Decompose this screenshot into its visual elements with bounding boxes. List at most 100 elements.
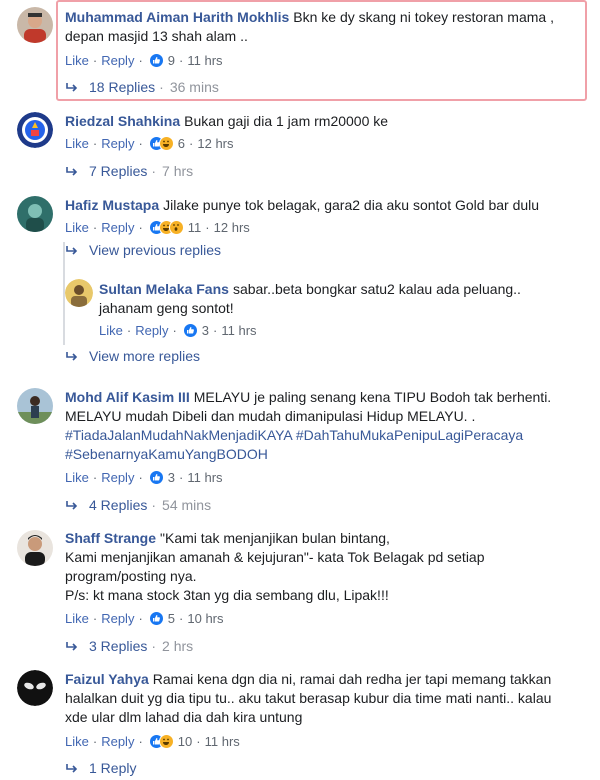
avatar[interactable] <box>17 196 53 232</box>
view-replies-link[interactable]: 1 Reply <box>65 758 136 778</box>
hashtag-link[interactable]: #DahTahuMukaPenipuLagiPeracaya <box>296 427 523 443</box>
comment-actions: Like · Reply · 10 · 11 hrs <box>65 733 240 749</box>
reactions[interactable]: 3 <box>182 322 210 338</box>
like-icon <box>148 52 164 68</box>
commenter-name[interactable]: Faizul Yahya <box>65 671 149 687</box>
commenter-name[interactable]: Muhammad Aiman Harith Mokhlis <box>65 9 289 25</box>
comment-body: Muhammad Aiman Harith Mokhlis Bkn ke dy s… <box>65 8 585 46</box>
reply-body: Sultan Melaka Fans sabar..beta bongkar sa… <box>99 280 585 318</box>
comment-text-line: jahanam geng sontot! <box>99 300 234 316</box>
reply-button[interactable]: Reply <box>101 734 134 749</box>
reply-button[interactable]: Reply <box>101 136 134 151</box>
replies-count[interactable]: 7 Replies <box>89 163 147 179</box>
reaction-count: 3 <box>201 322 210 338</box>
reaction-count: 10 <box>177 733 193 749</box>
comment-text-line: halalkan duit yg dia tipu tu.. aku takut… <box>65 690 552 706</box>
view-previous-replies-label[interactable]: View previous replies <box>89 242 221 258</box>
comment-time[interactable]: 12 hrs <box>197 136 233 151</box>
view-replies-link[interactable]: 7 Replies · 7 hrs <box>65 161 193 181</box>
reply-button[interactable]: Reply <box>135 323 168 338</box>
replies-count[interactable]: 1 Reply <box>89 760 136 776</box>
like-icon <box>148 610 164 626</box>
avatar[interactable] <box>17 7 53 43</box>
like-button[interactable]: Like <box>65 136 89 151</box>
comment-time[interactable]: 10 hrs <box>187 611 223 626</box>
like-icon <box>182 322 198 338</box>
comment-actions: Like · Reply · 9 · 11 hrs <box>65 52 223 68</box>
like-button[interactable]: Like <box>65 220 89 235</box>
replies-time: 2 hrs <box>162 638 194 654</box>
reply-arrow-icon <box>66 83 78 92</box>
view-replies-link[interactable]: 18 Replies · 36 mins <box>65 77 219 97</box>
commenter-name[interactable]: Hafiz Mustapa <box>65 197 159 213</box>
comment-text-line: "Kami tak menjanjikan bulan bintang, <box>160 530 390 546</box>
comment-actions: Like · Reply · 11 · 12 hrs <box>65 219 250 235</box>
replies-time: 7 hrs <box>162 163 194 179</box>
reply-arrow-icon <box>66 501 78 510</box>
reply-button[interactable]: Reply <box>101 53 134 68</box>
comment-time[interactable]: 11 hrs <box>205 734 240 749</box>
comment-text-line: program/posting nya. <box>65 568 197 584</box>
view-more-replies-link[interactable]: View more replies <box>65 346 200 366</box>
like-button[interactable]: Like <box>65 470 89 485</box>
reaction-count: 11 <box>187 219 202 235</box>
view-previous-replies-link[interactable]: View previous replies <box>65 240 221 260</box>
comment-time[interactable]: 11 hrs <box>187 53 222 68</box>
reactions[interactable]: 5 <box>148 610 175 626</box>
like-button[interactable]: Like <box>65 734 89 749</box>
commenter-name[interactable]: Sultan Melaka Fans <box>99 281 229 297</box>
commenter-name[interactable]: Riedzal Shahkina <box>65 113 180 129</box>
like-button[interactable]: Like <box>99 323 123 338</box>
comment-body: Mohd Alif Kasim III MELAYU je paling sena… <box>65 388 590 464</box>
commenter-name[interactable]: Mohd Alif Kasim III <box>65 389 190 405</box>
replies-time: 54 mins <box>162 497 212 513</box>
commenter-name[interactable]: Shaff Strange <box>65 530 156 546</box>
reply-button[interactable]: Reply <box>101 611 134 626</box>
comment-text-line: MELAYU mudah Dibeli dan mudah dimanipula… <box>65 408 476 424</box>
reply-arrow-icon <box>66 764 78 773</box>
reply-arrow-icon <box>66 167 78 176</box>
hashtag-link[interactable]: #SebenarnyaKamuYangBODOH <box>65 446 268 462</box>
reply-arrow-icon <box>66 642 78 651</box>
comment-text-line: xde ular dlm lahad dia dah kira untung <box>65 709 303 725</box>
reactions[interactable]: 6 <box>148 135 185 151</box>
reactions[interactable]: 9 <box>148 52 175 68</box>
reactions[interactable]: 11 <box>148 219 202 235</box>
comment-time[interactable]: 11 hrs <box>187 470 222 485</box>
comment-time[interactable]: 11 hrs <box>221 323 256 338</box>
wow-icon <box>168 219 184 235</box>
reply-arrow-icon <box>66 352 78 361</box>
hashtag-link[interactable]: #TiadaJalanMudahNakMenjadiKAYA <box>65 427 292 443</box>
comment-time[interactable]: 12 hrs <box>214 220 250 235</box>
avatar[interactable] <box>65 279 93 307</box>
like-button[interactable]: Like <box>65 53 89 68</box>
comment-text-line: Bukan gaji dia 1 jam rm20000 ke <box>184 113 389 129</box>
view-more-replies-label[interactable]: View more replies <box>89 348 200 364</box>
haha-icon <box>158 733 174 749</box>
comment-text-line: Ramai kena dgn dia ni, ramai dah redha j… <box>152 671 552 687</box>
replies-count[interactable]: 18 Replies <box>89 79 155 95</box>
avatar[interactable] <box>17 530 53 566</box>
comment-body: Riedzal Shahkina Bukan gaji dia 1 jam rm2… <box>65 112 585 131</box>
like-button[interactable]: Like <box>65 611 89 626</box>
comment-thread: Muhammad Aiman Harith Mokhlis Bkn ke dy s… <box>0 0 600 780</box>
avatar[interactable] <box>17 670 53 706</box>
reply-arrow-icon <box>66 246 78 255</box>
comment-actions: Like · Reply · 3 · 11 hrs <box>65 469 223 485</box>
comment-text-line: Bkn ke dy skang ni tokey restoran mama , <box>293 9 554 25</box>
reply-button[interactable]: Reply <box>101 470 134 485</box>
reactions[interactable]: 3 <box>148 469 175 485</box>
view-replies-link[interactable]: 3 Replies · 2 hrs <box>65 636 193 656</box>
avatar[interactable] <box>17 112 53 148</box>
comment-text-line: P/s: kt mana stock 3tan yg dia sembang d… <box>65 587 389 603</box>
reactions[interactable]: 10 <box>148 733 193 749</box>
comment-body: Shaff Strange "Kami tak menjanjikan bulan… <box>65 529 590 605</box>
comment-text-line: sabar..beta bongkar satu2 kalau ada pelu… <box>232 281 521 297</box>
reply-button[interactable]: Reply <box>101 220 134 235</box>
replies-count[interactable]: 4 Replies <box>89 497 147 513</box>
avatar[interactable] <box>17 388 53 424</box>
replies-count[interactable]: 3 Replies <box>89 638 147 654</box>
haha-icon <box>158 135 174 151</box>
view-replies-link[interactable]: 4 Replies · 54 mins <box>65 495 211 515</box>
reply-actions: Like · Reply · 3 · 11 hrs <box>99 322 257 338</box>
